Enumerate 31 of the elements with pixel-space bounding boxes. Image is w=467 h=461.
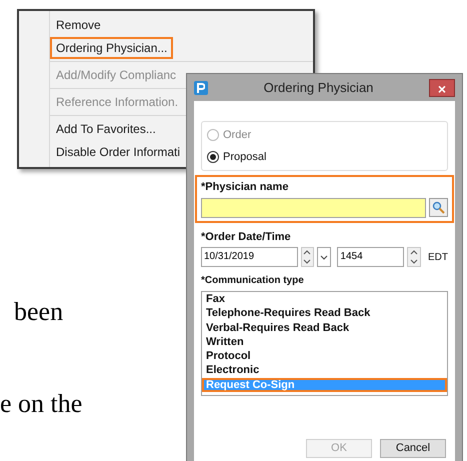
document-text: e on the	[0, 388, 82, 420]
app-logo-icon	[194, 80, 208, 94]
date-spinner[interactable]	[300, 247, 314, 267]
chevron-up-icon	[410, 250, 418, 255]
chevron-up-icon	[303, 250, 312, 255]
dropdown-button[interactable]	[317, 247, 332, 267]
timezone-text: EDT	[428, 250, 448, 264]
chevron-down-icon	[410, 259, 418, 264]
list-item[interactable]: Protocol	[202, 349, 447, 364]
list-item[interactable]: Written	[202, 334, 447, 350]
document-text: been	[13, 296, 64, 328]
list-item[interactable]: Electronic	[202, 363, 447, 378]
menu-item[interactable]: Add To Favorites...	[50, 118, 162, 140]
radio-button[interactable]: Proposal	[207, 148, 442, 165]
field-label: *Communication type	[201, 274, 305, 288]
window-title: Ordering Physician	[262, 78, 374, 97]
list-item[interactable]: Telephone-Requires Read Back	[202, 306, 447, 321]
cancel-button[interactable]: Cancel	[380, 439, 446, 458]
time-spinner[interactable]	[407, 247, 421, 267]
close-button[interactable]: ×	[429, 78, 455, 96]
menu-item[interactable]: Remove	[50, 14, 107, 36]
time-field[interactable]: 1454	[337, 247, 404, 267]
list-item[interactable]: Fax	[202, 292, 447, 306]
search-button[interactable]	[429, 198, 448, 217]
menu-item[interactable]: Ordering Physician...	[50, 37, 174, 59]
list-item[interactable]: Verbal-Requires Read Back	[202, 320, 447, 335]
field-label: *Order Date/Time	[201, 230, 292, 244]
date-field[interactable]: 10/31/2019	[201, 247, 298, 267]
physician-name-field[interactable]	[201, 198, 426, 218]
menu-item[interactable]: Disable Order Informati	[50, 141, 186, 163]
field-label: *Physician name	[201, 180, 290, 195]
